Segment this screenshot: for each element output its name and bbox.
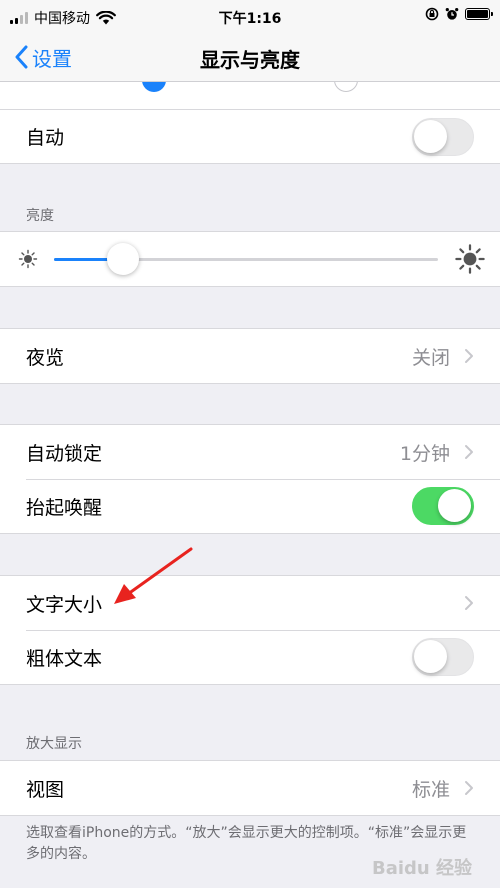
zoom-view-cell[interactable]: 视图 标准 [0,761,500,815]
raise-to-wake-toggle[interactable] [412,487,474,525]
auto-lock-value: 1分钟 [399,442,450,465]
bold-text-label: 粗体文本 [26,647,103,670]
raise-to-wake-cell: 抬起唤醒 [0,479,500,533]
night-shift-cell[interactable]: 夜览 关闭 [0,329,500,383]
chevron-right-icon [465,445,473,459]
night-shift-label: 夜览 [26,346,65,369]
chevron-right-icon [465,781,473,795]
watermark-logo: Baidu 经验 [371,858,472,879]
night-shift-group: 夜览 关闭 [0,328,500,384]
sun-small-icon [18,249,38,269]
status-bar: 中国移动 下午1:16 [0,0,500,34]
automatic-toggle[interactable] [412,117,474,156]
zoom-view-value: 标准 [411,778,450,801]
sun-large-icon [455,244,485,274]
zoom-group: 视图 标准 [0,760,500,816]
orientation-lock-icon [425,7,439,21]
status-bar-right [425,7,493,21]
navigation-bar: 设置 显示与亮度 [0,34,500,82]
appearance-light-radio[interactable] [142,82,166,92]
alarm-icon [445,8,459,20]
chevron-right-icon [465,349,473,363]
brightness-group [0,231,500,287]
auto-lock-cell[interactable]: 自动锁定 1分钟 [0,425,500,479]
raise-to-wake-label: 抬起唤醒 [26,496,103,519]
page-title: 显示与亮度 [200,48,300,72]
chevron-right-icon [465,596,473,610]
text-size-label: 文字大小 [26,593,103,616]
automatic-cell: 自动 [0,109,500,163]
appearance-group: 自动 [0,82,500,164]
battery-icon [465,8,493,20]
zoom-view-label: 视图 [26,778,65,801]
text-group: 文字大小 粗体文本 [0,575,500,685]
bold-text-toggle[interactable] [412,638,474,676]
brightness-slider-thumb[interactable] [107,243,140,275]
bold-text-cell: 粗体文本 [0,630,500,684]
automatic-label: 自动 [26,127,65,149]
brightness-section-header: 亮度 [26,208,54,224]
brightness-slider-cell [0,232,500,286]
night-shift-value: 关闭 [411,346,450,369]
auto-lock-label: 自动锁定 [26,442,103,465]
zoom-section-header: 放大显示 [26,736,82,752]
text-size-cell[interactable]: 文字大小 [0,576,500,630]
appearance-dark-radio[interactable] [334,82,358,92]
lock-group: 自动锁定 1分钟 抬起唤醒 [0,424,500,534]
